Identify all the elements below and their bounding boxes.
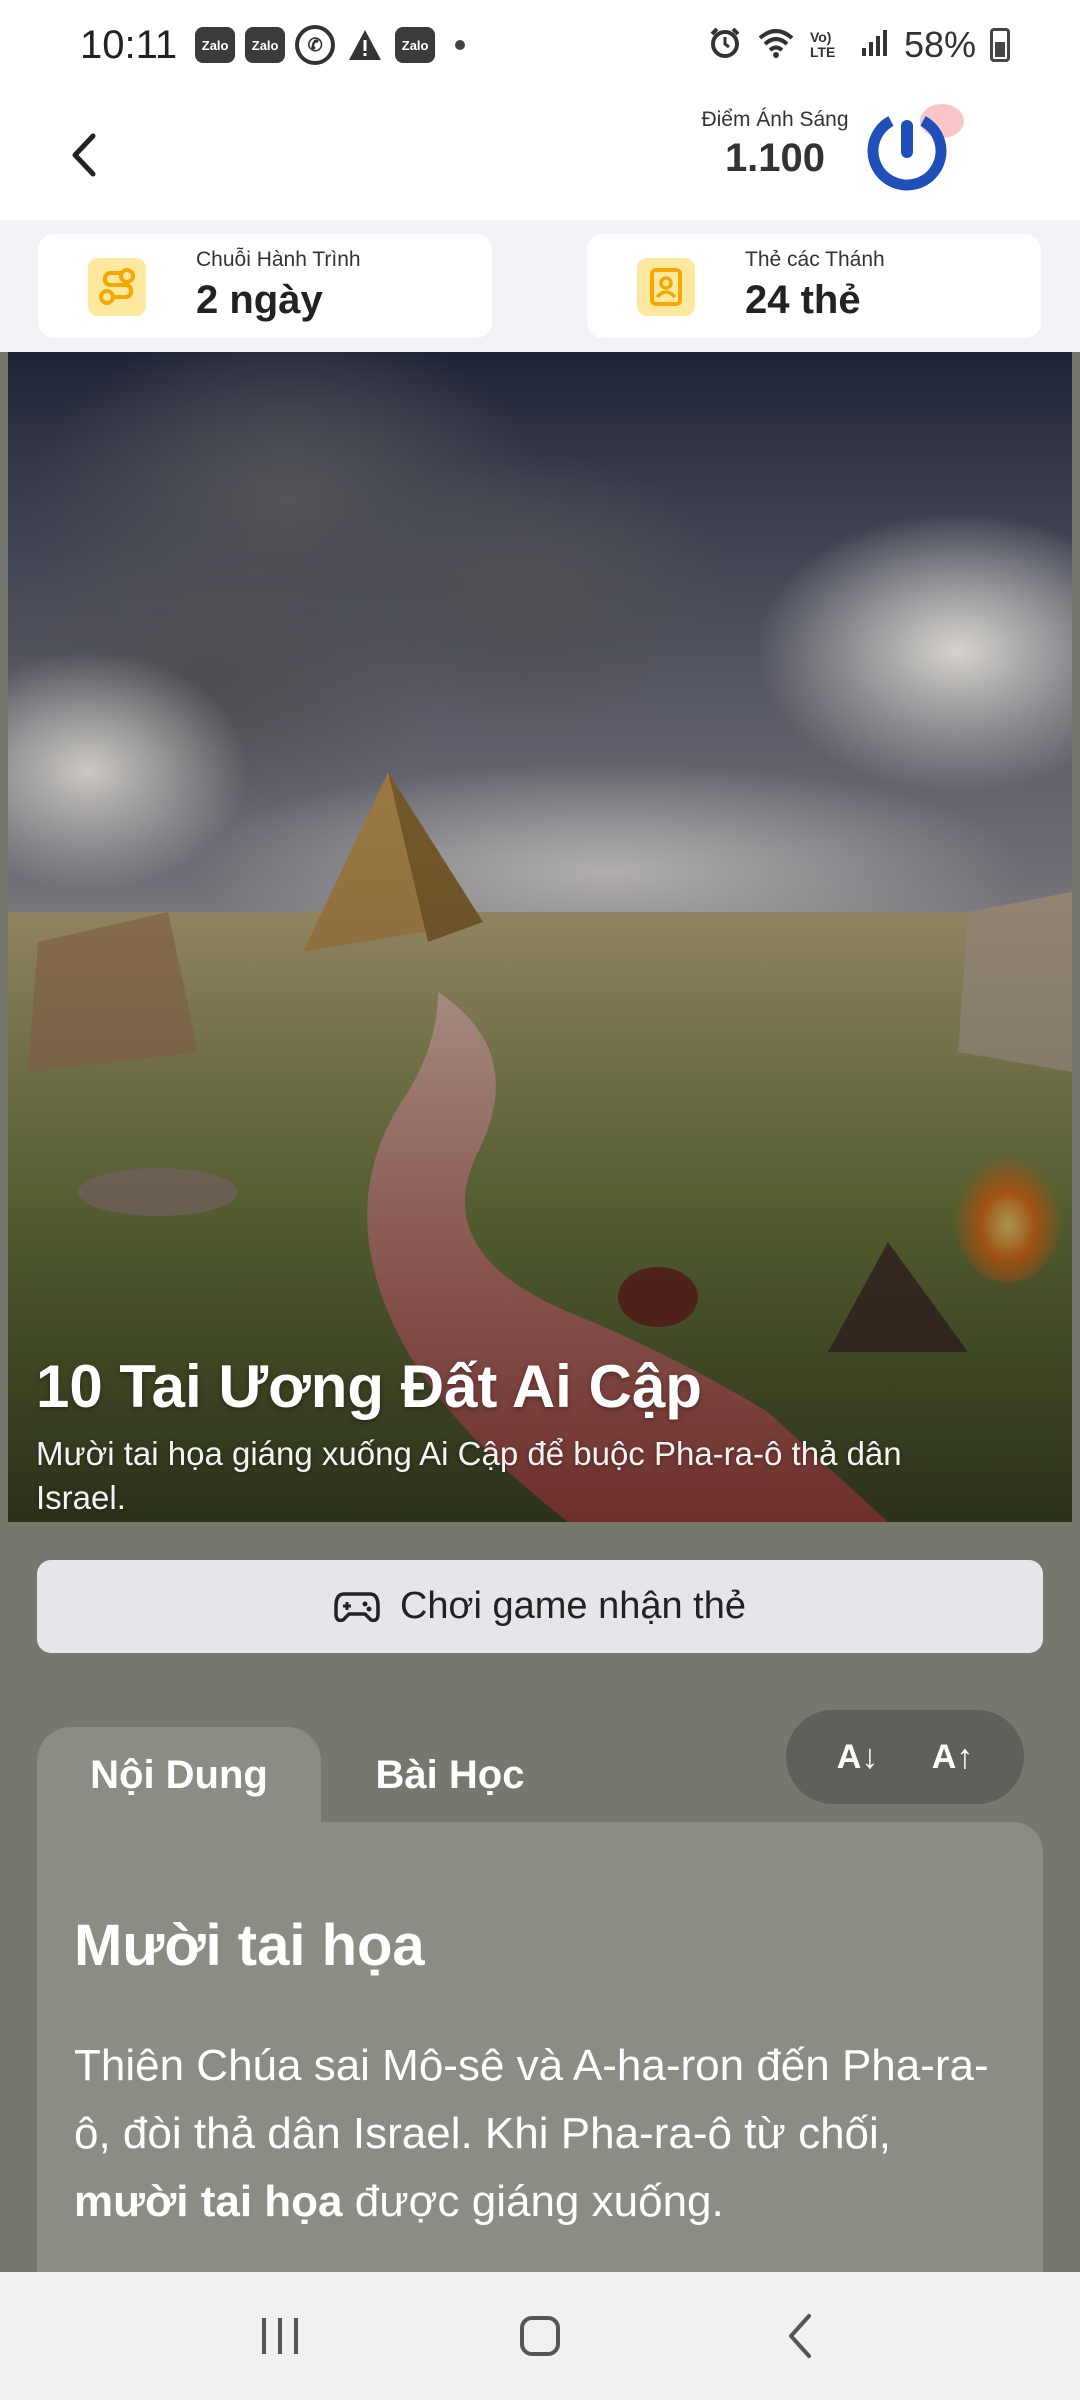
zalo-icon: Zalo xyxy=(245,27,286,63)
home-button[interactable] xyxy=(495,2291,585,2381)
card-icon xyxy=(637,258,695,316)
saint-cards-card[interactable]: Thẻ các Thánh 24 thẻ xyxy=(587,234,1041,338)
battery-icon xyxy=(990,28,1010,62)
content-title: Mười tai họa xyxy=(74,1913,425,1978)
volte-label: Vo) LTE xyxy=(809,29,836,60)
story-subtitle: Mười tai họa giáng xuống Ai Cập để buộc … xyxy=(36,1435,902,1516)
signal-icon xyxy=(860,28,890,63)
cards-value: 24 thẻ xyxy=(745,278,861,322)
cards-label: Thẻ các Thánh xyxy=(745,248,885,271)
app-header: Điểm Ánh Sáng 1.100 xyxy=(0,90,1080,220)
zalo-icon: Zalo xyxy=(195,27,236,63)
play-game-label: Chơi game nhận thẻ xyxy=(399,1585,747,1627)
gamepad-icon xyxy=(334,1591,380,1622)
font-size-controls: A↓ A↑ xyxy=(786,1710,1024,1804)
content-body-text-end: được giáng xuống. xyxy=(342,2177,724,2226)
journey-streak-card[interactable]: Chuỗi Hành Trình 2 ngày xyxy=(38,234,492,338)
content-body: Thiên Chúa sai Mô-sê và A-ha-ron đến Pha… xyxy=(74,2032,1014,2236)
light-points: Điểm Ánh Sáng 1.100 xyxy=(690,108,860,181)
tab-lesson[interactable]: Bài Học xyxy=(340,1727,560,1823)
increase-font-button[interactable]: A↑ xyxy=(932,1738,974,1777)
more-notifications-dot xyxy=(455,40,466,50)
content-body-text: Thiên Chúa sai Mô-sê và A-ha-ron đến Pha… xyxy=(74,2041,989,2158)
chevron-left-icon xyxy=(789,2314,811,2358)
back-button[interactable] xyxy=(50,120,120,190)
play-game-button[interactable]: Chơi game nhận thẻ xyxy=(37,1560,1043,1653)
points-value: 1.100 xyxy=(724,136,826,180)
story-hero-image: 10 Tai Ương Đất Ai Cập Mười tai họa gián… xyxy=(8,352,1072,1522)
status-bar: 10:11 Zalo Zalo ✆ Zalo Vo) LTE 58% xyxy=(0,0,1080,90)
content-body-bold: mười tai họa xyxy=(74,2177,343,2226)
chevron-left-icon xyxy=(72,133,96,177)
status-time: 10:11 xyxy=(80,22,178,67)
power-icon xyxy=(867,111,947,191)
tab-content[interactable]: Nội Dung xyxy=(37,1727,321,1823)
nav-back-button[interactable] xyxy=(755,2291,845,2381)
notification-icons: Zalo Zalo ✆ Zalo xyxy=(195,25,466,65)
battery-percent: 58% xyxy=(903,24,976,65)
zalo-icon: Zalo xyxy=(395,27,436,63)
route-icon xyxy=(88,258,146,316)
power-button[interactable] xyxy=(862,106,952,196)
wifi-icon xyxy=(756,26,796,65)
viber-icon: ✆ xyxy=(295,25,336,65)
recent-apps-icon xyxy=(262,2318,298,2354)
warning-icon xyxy=(345,27,385,63)
decrease-font-button[interactable]: A↓ xyxy=(837,1738,879,1777)
egypt-plagues-illustration xyxy=(8,352,1072,1522)
system-indicators: Vo) LTE 58% xyxy=(708,24,1010,66)
recent-apps-button[interactable] xyxy=(235,2291,325,2381)
streak-label: Chuỗi Hành Trình xyxy=(196,248,361,271)
points-label: Điểm Ánh Sáng xyxy=(701,108,849,131)
streak-value: 2 ngày xyxy=(196,278,323,322)
story-title: 10 Tai Ương Đất Ai Cập xyxy=(36,1353,702,1420)
system-navigation-bar xyxy=(0,2272,1080,2400)
home-icon xyxy=(520,2316,560,2356)
alarm-icon xyxy=(708,26,742,65)
stats-bar: Chuỗi Hành Trình 2 ngày Thẻ các Thánh 24… xyxy=(0,220,1080,352)
